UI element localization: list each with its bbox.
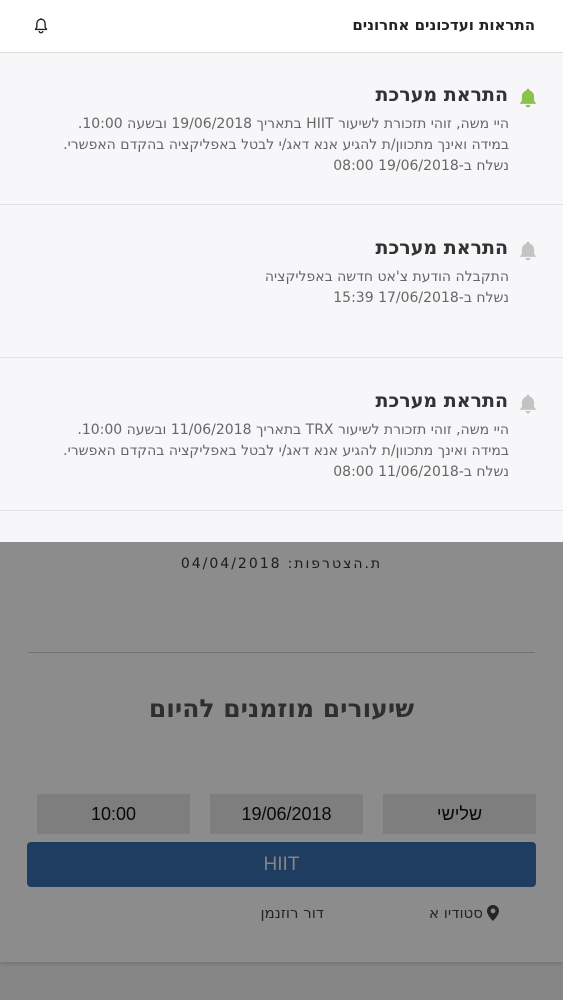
bell-icon	[519, 394, 537, 414]
notification-sent-time: נשלח ב-17/06/2018 15:39	[333, 290, 509, 306]
notification-item[interactable]: התראת מערכת התקבלה הודעת צ'אט חדשה באפלי…	[0, 205, 563, 358]
notification-body: היי משה, זוהי תזכורת לשיעור HIIT בתאריך …	[19, 114, 509, 177]
notification-line: במידה ואינך מתכוון/ת להגיע אנא דאג/י לבט…	[63, 137, 509, 153]
notification-body: התקבלה הודעת צ'אט חדשה באפליקציה נשלח ב-…	[19, 267, 509, 309]
notification-line: במידה ואינך מתכוון/ת להגיע אנא דאג/י לבט…	[63, 443, 509, 459]
bell-clapper	[525, 257, 531, 261]
bell-shape	[519, 241, 537, 257]
bell-shape	[519, 88, 537, 104]
notifications-panel: התראות ועדכונים אחרונים התראת מערכת היי …	[0, 0, 563, 542]
notification-title: התראת מערכת	[375, 84, 508, 106]
bell-clapper	[525, 410, 531, 414]
notification-line: התקבלה הודעת צ'אט חדשה באפליקציה	[264, 269, 509, 285]
notification-body: היי משה, זוהי תזכורת לשיעור TRX בתאריך 1…	[19, 420, 509, 483]
bell-icon	[519, 241, 537, 261]
notification-title: התראת מערכת	[375, 390, 508, 412]
notification-sent-time: נשלח ב-19/06/2018 08:00	[333, 158, 509, 174]
notification-item[interactable]: התראת מערכת היי משה, זוהי תזכורת לשיעור …	[0, 358, 563, 511]
notification-title: התראת מערכת	[375, 237, 508, 259]
bell-icon	[519, 88, 537, 108]
notification-sent-time: נשלח ב-11/06/2018 08:00	[333, 464, 509, 480]
bell-clapper	[525, 104, 531, 108]
notifications-header: התראות ועדכונים אחרונים	[0, 0, 563, 53]
notification-line: היי משה, זוהי תזכורת לשיעור TRX בתאריך 1…	[77, 422, 509, 438]
notifications-title: התראות ועדכונים אחרונים	[352, 16, 535, 34]
notification-item[interactable]: התראת מערכת היי משה, זוהי תזכורת לשיעור …	[0, 52, 563, 205]
notification-line: היי משה, זוהי תזכורת לשיעור HIIT בתאריך …	[77, 116, 509, 132]
bell-icon[interactable]	[32, 17, 50, 35]
bell-shape	[519, 394, 537, 410]
